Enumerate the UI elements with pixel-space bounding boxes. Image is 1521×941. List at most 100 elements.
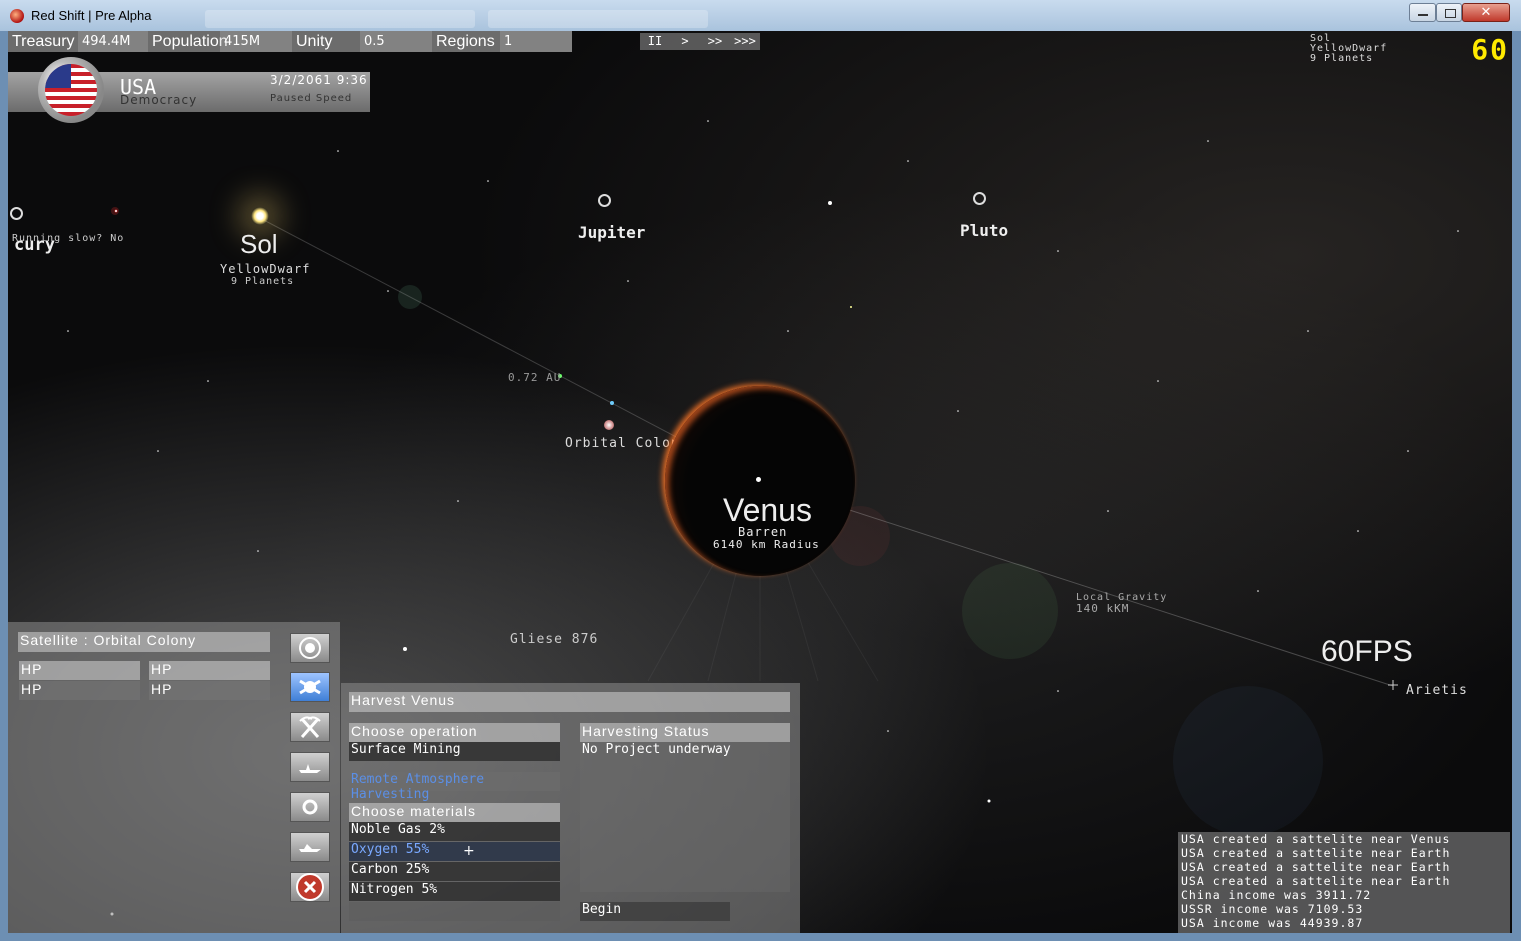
hp-value-1: HP (19, 681, 140, 700)
title-bar: Red Shift | Pre Alpha ✕ (0, 0, 1521, 31)
material-carbon[interactable]: Carbon 25% (349, 862, 560, 881)
transport-button[interactable] (290, 832, 330, 862)
treasury-value: 494.4M (78, 31, 148, 52)
jupiter-label[interactable]: Jupiter (578, 223, 645, 242)
log-entry: China income was 3911.72 (1181, 888, 1372, 902)
cancel-button[interactable] (290, 872, 330, 902)
maximize-button[interactable] (1436, 3, 1462, 22)
pause-button[interactable]: II (640, 33, 670, 50)
ring-icon (302, 799, 318, 815)
close-circle-icon (296, 873, 324, 901)
choose-operation-label: Choose operation (349, 723, 560, 742)
shuttle-icon (299, 844, 321, 852)
venus-label[interactable]: Venus (723, 492, 812, 529)
orbit-line-arietis (759, 480, 1394, 687)
usa-flag-emblem[interactable] (38, 57, 104, 123)
flag-icon (45, 64, 97, 116)
jupiter-marker[interactable] (598, 194, 611, 207)
material-oxygen[interactable]: Oxygen 55% (349, 842, 560, 861)
population-label: Population (148, 31, 228, 52)
nation-government: Democracy (120, 93, 198, 107)
hp-header-2: HP (149, 661, 270, 680)
satellite-icon[interactable] (604, 420, 614, 430)
lens-flare (962, 563, 1058, 659)
sol-type: YellowDwarf (220, 262, 311, 276)
material-nitrogen[interactable]: Nitrogen 5% (349, 882, 560, 901)
unity-value: 0.5 (360, 31, 432, 52)
pluto-label[interactable]: Pluto (960, 221, 1008, 240)
venus-radius: 6140 km Radius (713, 538, 820, 551)
gliese-label[interactable]: Gliese 876 (510, 632, 598, 647)
harvest-button[interactable] (290, 672, 330, 702)
target-button[interactable] (290, 633, 330, 663)
game-date: 3/2/2061 9:36 (270, 73, 368, 87)
event-log: USA created a sattelite near Venus USA c… (1178, 832, 1510, 933)
harvest-icon (299, 679, 321, 695)
fast-forward-button[interactable]: >> (700, 33, 730, 50)
hp-value-2: HP (149, 681, 270, 700)
ship-button[interactable] (290, 752, 330, 782)
log-entry: USA created a sattelite near Earth (1181, 874, 1451, 888)
material-noble-gas[interactable]: Noble Gas 2% (349, 822, 560, 841)
lens-flare (1173, 686, 1323, 836)
treasury-label: Treasury (8, 31, 78, 52)
choose-materials-label: Choose materials (349, 803, 560, 822)
arietis-label[interactable]: Arietis (1406, 683, 1468, 698)
unity-label: Unity (292, 31, 360, 52)
background-tab-2 (488, 10, 708, 28)
speed-status: Paused Speed (270, 93, 353, 104)
harvesting-status-text: No Project underway (580, 742, 790, 892)
orbit-button[interactable] (290, 792, 330, 822)
log-entry: USA income was 44939.87 (1181, 916, 1364, 930)
crossed-hammers-icon (299, 716, 321, 738)
close-icon: ✕ (1480, 5, 1492, 20)
target-icon (299, 637, 321, 659)
arietis-marker (1388, 680, 1398, 690)
hp-header-1: HP (19, 661, 140, 680)
fps-big-label: 60FPS (1321, 635, 1413, 668)
local-gravity-value: 140 kKM (1076, 602, 1130, 615)
harvest-title: Harvest Venus (349, 692, 790, 712)
log-entry: USA created a sattelite near Earth (1181, 846, 1451, 860)
log-entry: USSR income was 7109.53 (1181, 902, 1364, 916)
regions-label: Regions (432, 31, 500, 52)
begin-button[interactable]: Begin (580, 902, 730, 921)
minimize-icon (1418, 14, 1428, 16)
app-icon (10, 9, 24, 23)
sol-planets: 9 Planets (231, 276, 295, 287)
venus-center-marker (756, 477, 761, 482)
log-entry: USA created a sattelite near Venus (1181, 832, 1451, 846)
app-window: Red Shift | Pre Alpha ✕ Treasury 494.4M … (0, 0, 1521, 941)
regions-value: 1 (500, 31, 572, 52)
system-planets: 9 Planets (1310, 53, 1374, 64)
close-window-button[interactable]: ✕ (1462, 3, 1510, 22)
pluto-marker[interactable] (973, 192, 986, 205)
flag-canton (45, 64, 71, 88)
operation-remote-atmosphere[interactable]: Remote Atmosphere Harvesting (349, 772, 560, 802)
ship-icon (299, 764, 321, 773)
game-viewport[interactable]: Treasury 494.4M Population 415M Unity 0.… (8, 31, 1512, 933)
window-title: Red Shift | Pre Alpha (31, 8, 152, 23)
resource-bar: Treasury 494.4M Population 415M Unity 0.… (8, 31, 572, 52)
fps-counter: 60 (1471, 33, 1509, 66)
log-entry: USA created a sattelite near Earth (1181, 860, 1451, 874)
harvesting-status-title: Harvesting Status (580, 723, 790, 742)
sol-label[interactable]: Sol (240, 229, 278, 260)
running-slow-text: Running slow? No (12, 233, 125, 244)
mercury-marker[interactable] (10, 207, 23, 220)
system-info: Sol YellowDwarf 9 Planets (1310, 34, 1387, 64)
cursor-crosshair-icon: + (463, 843, 475, 859)
background-tab-1 (205, 10, 475, 28)
minimize-button[interactable] (1409, 3, 1436, 22)
satellite-title: Satellite : Orbital Colony (18, 632, 270, 652)
fastest-button[interactable]: >>> (730, 33, 760, 50)
mining-button[interactable] (290, 712, 330, 742)
maximize-icon (1445, 9, 1456, 18)
population-value: 415M (220, 31, 292, 52)
play-button[interactable]: > (670, 33, 700, 50)
operation-surface-mining[interactable]: Surface Mining (349, 742, 560, 761)
materials-spacer (349, 902, 560, 921)
sol-star[interactable] (251, 207, 269, 225)
distance-label: 0.72 AU (508, 371, 562, 384)
venus-type: Barren (738, 525, 788, 539)
